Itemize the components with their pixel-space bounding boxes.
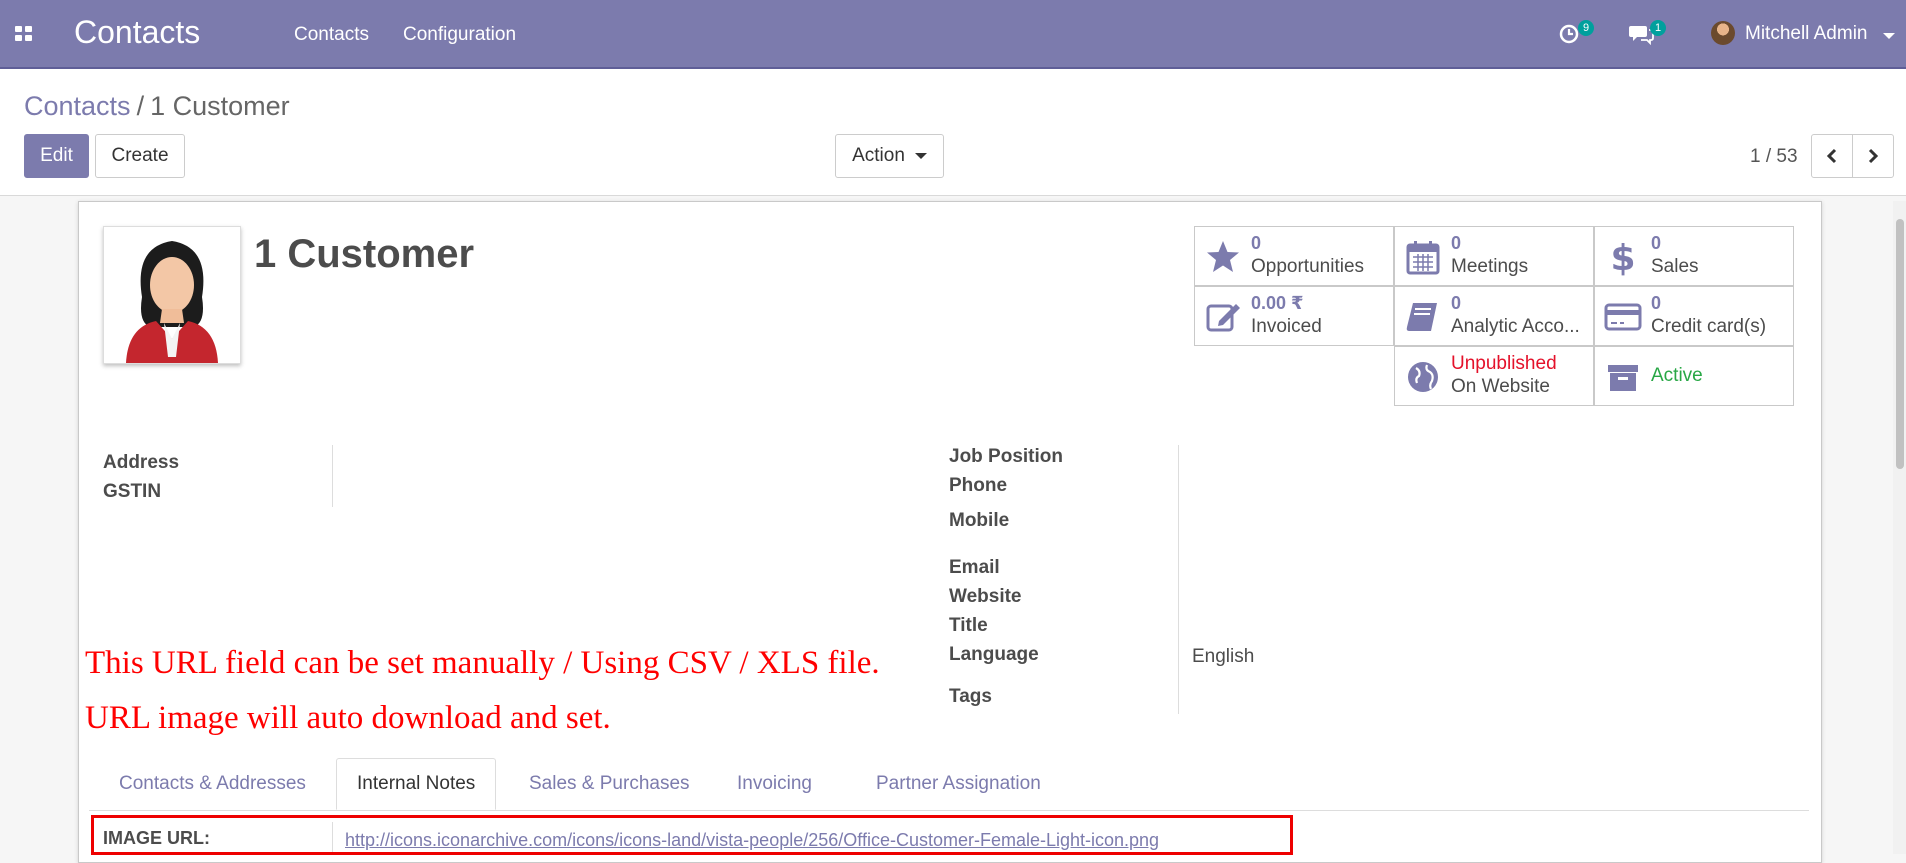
- user-avatar[interactable]: [1711, 21, 1735, 45]
- activity-badge: 9: [1578, 20, 1595, 36]
- website-label: On Website: [1451, 376, 1550, 397]
- analytic-accounts-button[interactable]: 0 Analytic Acco...: [1394, 286, 1594, 346]
- opportunities-label: Opportunities: [1251, 256, 1365, 277]
- apps-menu-icon[interactable]: [15, 26, 33, 42]
- tags-label: Tags: [949, 686, 992, 707]
- messages-badge: 1: [1650, 20, 1667, 36]
- email-label: Email: [949, 557, 1000, 578]
- clock-icon: [1559, 24, 1579, 44]
- invoiced-button[interactable]: 0.00 ₹ Invoiced: [1194, 286, 1394, 346]
- title-label: Title: [949, 615, 988, 636]
- mobile-label: Mobile: [949, 510, 1010, 531]
- field-divider: [332, 822, 333, 852]
- credit-card-icon: [1604, 303, 1642, 331]
- pager-next-button[interactable]: [1852, 134, 1894, 178]
- phone-label: Phone: [949, 475, 1008, 496]
- tab-sales-purchases[interactable]: Sales & Purchases: [509, 758, 710, 810]
- breadcrumb-current: 1 Customer: [150, 91, 290, 121]
- top-navbar: Contacts Contacts Configuration 9 1 Mitc…: [0, 0, 1906, 69]
- credit-label: Credit card(s): [1651, 316, 1767, 337]
- meetings-count: 0: [1451, 233, 1462, 253]
- credit-count: 0: [1651, 293, 1662, 313]
- customer-female-icon: [126, 241, 218, 363]
- tab-partner-assignation[interactable]: Partner Assignation: [856, 758, 1061, 810]
- create-button[interactable]: Create: [95, 134, 185, 178]
- dollar-icon: $: [1610, 238, 1635, 277]
- image-url-label: IMAGE URL:: [103, 828, 210, 848]
- archive-icon: [1608, 365, 1638, 391]
- language-label: Language: [949, 644, 1039, 665]
- opportunities-count: 0: [1251, 233, 1262, 253]
- tab-internal-notes[interactable]: Internal Notes: [336, 758, 497, 810]
- pager-value[interactable]: 1 / 53: [1750, 146, 1798, 168]
- invoiced-label: Invoiced: [1251, 316, 1322, 337]
- contact-avatar-image[interactable]: [103, 226, 241, 364]
- address-label: Address: [103, 452, 180, 473]
- analytic-label: Analytic Acco...: [1451, 316, 1580, 337]
- menu-configuration[interactable]: Configuration: [403, 24, 516, 46]
- pager-previous-button[interactable]: [1811, 134, 1853, 178]
- analytic-count: 0: [1451, 293, 1462, 313]
- sales-count: 0: [1651, 233, 1662, 253]
- job-position-label: Job Position: [949, 446, 1063, 467]
- star-icon: [1207, 241, 1239, 272]
- active-label: Active: [1651, 365, 1703, 386]
- sales-label: Sales: [1651, 256, 1699, 277]
- meetings-button[interactable]: 0 Meetings: [1394, 226, 1594, 286]
- user-menu[interactable]: Mitchell Admin: [1745, 23, 1895, 45]
- language-value[interactable]: English: [1192, 646, 1254, 668]
- credit-cards-button[interactable]: 0 Credit card(s): [1594, 286, 1794, 346]
- website-publish-button[interactable]: Unpublished On Website: [1394, 346, 1594, 406]
- caret-down-icon: [1882, 33, 1895, 39]
- field-divider: [1178, 445, 1179, 714]
- contact-name: 1 Customer: [254, 232, 475, 276]
- notebook-tabs: Contacts & Addresses Internal Notes Sale…: [89, 758, 1809, 811]
- invoiced-amount: 0.00 ₹: [1251, 293, 1304, 313]
- tab-invoicing[interactable]: Invoicing: [717, 758, 832, 810]
- image-url-link[interactable]: http://icons.iconarchive.com/icons/icons…: [345, 830, 1159, 851]
- annotation-note-line2: URL image will auto download and set.: [85, 700, 611, 736]
- field-divider: [332, 445, 333, 507]
- annotation-note-line1: This URL field can be set manually / Usi…: [85, 645, 880, 681]
- action-label: Action: [852, 145, 905, 166]
- tab-contacts-addresses[interactable]: Contacts & Addresses: [99, 758, 326, 810]
- scrollbar-thumb[interactable]: [1896, 219, 1904, 469]
- gstin-label: GSTIN: [103, 481, 162, 502]
- calendar-icon: [1406, 241, 1440, 275]
- edit-button[interactable]: Edit: [24, 134, 89, 178]
- user-name: Mitchell Admin: [1745, 23, 1868, 44]
- breadcrumb: Contacts/1 Customer: [24, 91, 290, 122]
- meetings-label: Meetings: [1451, 256, 1529, 277]
- globe-icon: [1408, 362, 1438, 392]
- website-status: Unpublished: [1451, 353, 1557, 374]
- control-panel: Contacts/1 Customer Edit Create Action 1…: [0, 69, 1906, 196]
- chevron-left-icon: [1826, 148, 1837, 164]
- active-toggle-button[interactable]: Active: [1594, 346, 1794, 406]
- book-icon: [1406, 303, 1437, 331]
- page-scrollbar[interactable]: [1893, 201, 1906, 854]
- caret-down-icon: [914, 153, 927, 159]
- breadcrumb-separator: /: [136, 91, 145, 121]
- app-title: Contacts: [74, 14, 201, 50]
- edit-icon: [1206, 304, 1240, 332]
- website-field-label: Website: [949, 586, 1022, 607]
- chevron-right-icon: [1868, 148, 1879, 164]
- breadcrumb-contacts[interactable]: Contacts: [24, 91, 131, 121]
- form-sheet: 1 Customer 0 Opportunities 0 Meetings $ …: [78, 201, 1822, 863]
- opportunities-button[interactable]: 0 Opportunities: [1194, 226, 1394, 286]
- svg-text:$: $: [1610, 238, 1635, 277]
- menu-contacts[interactable]: Contacts: [294, 24, 369, 46]
- action-dropdown[interactable]: Action: [835, 134, 944, 178]
- sales-button[interactable]: $ 0 Sales: [1594, 226, 1794, 286]
